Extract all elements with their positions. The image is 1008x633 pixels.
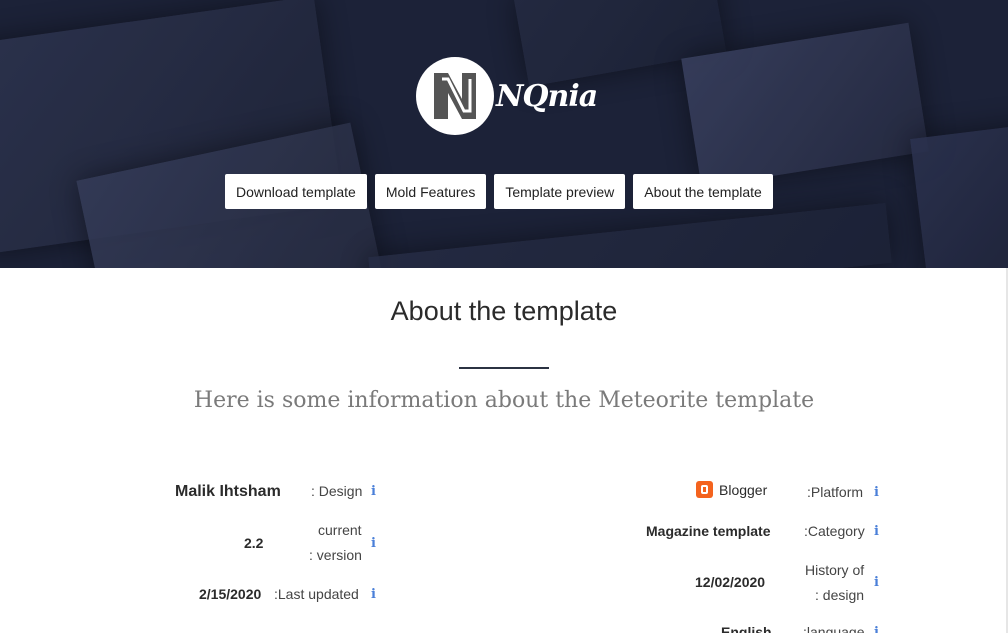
design-label: : Design: [311, 483, 363, 499]
version-label-line2: : version: [309, 547, 362, 563]
info-icon[interactable]: i: [874, 485, 879, 500]
platform-value: Blogger: [696, 481, 767, 498]
info-icon[interactable]: i: [371, 536, 376, 551]
language-value: English: [721, 624, 772, 633]
version-label-line1: current: [318, 522, 362, 538]
language-label: :language: [803, 624, 865, 633]
about-template-button[interactable]: About the template: [633, 174, 773, 209]
platform-label: :Platform: [807, 484, 864, 500]
history-value: 12/02/2020: [695, 574, 766, 590]
brand-name: NQnia: [496, 78, 598, 114]
background-screenshot: [910, 122, 1008, 268]
template-preview-button[interactable]: Template preview: [494, 174, 626, 209]
history-label-line2: : design: [815, 587, 865, 603]
download-template-button[interactable]: Download template: [225, 174, 367, 209]
section-subtitle: Here is some information about the Meteo…: [193, 388, 815, 413]
last-updated-value: 2/15/2020: [199, 586, 262, 602]
category-label: :Category: [804, 523, 865, 539]
info-icon[interactable]: i: [371, 587, 376, 602]
design-value: Malik Ihtsham: [175, 483, 281, 500]
version-value: 2.2: [244, 535, 264, 551]
site-logo[interactable]: NQnia: [416, 57, 598, 135]
background-screenshot: [368, 202, 892, 268]
info-icon[interactable]: i: [874, 575, 879, 590]
info-icon[interactable]: i: [371, 484, 376, 499]
hero-header: NQnia Download template Mold Features Te…: [0, 0, 1008, 268]
info-icon[interactable]: i: [874, 625, 879, 633]
logo-mark-icon: [416, 57, 494, 135]
last-updated-label: :Last updated: [274, 586, 359, 602]
info-icon[interactable]: i: [874, 524, 879, 539]
section-title: About the template: [390, 296, 618, 326]
platform-value-text: Blogger: [719, 482, 768, 498]
history-label-line1: History of: [805, 562, 865, 578]
title-divider: [459, 367, 549, 369]
category-value: Magazine template: [646, 523, 771, 539]
mold-features-button[interactable]: Mold Features: [374, 174, 487, 209]
main-nav: Download template Mold Features Template…: [225, 174, 773, 209]
blogger-icon: [696, 481, 713, 498]
